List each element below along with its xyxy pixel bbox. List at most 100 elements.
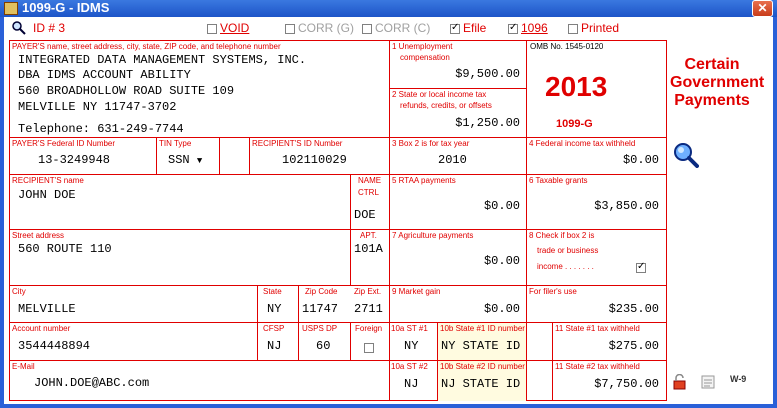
street-label: Street address — [12, 231, 65, 240]
box6-value[interactable]: $3,850.00 — [529, 199, 659, 213]
st2-id-value[interactable]: NJ STATE ID — [441, 377, 520, 391]
1096-label: 1096 — [521, 21, 548, 35]
apt-label: APT. — [360, 231, 377, 240]
box7-value[interactable]: $0.00 — [392, 254, 520, 268]
payer-line2[interactable]: DBA IDMS ACCOUNT ABILITY — [18, 68, 191, 82]
st1-label: 10a ST #1 — [391, 324, 428, 333]
foreign-checkbox[interactable] — [364, 339, 377, 357]
box8-checkbox[interactable] — [636, 259, 649, 277]
1096-checkbox[interactable]: 1096 — [508, 21, 548, 35]
zoom-icon[interactable] — [673, 142, 699, 168]
recipient-id-value[interactable]: 102110029 — [282, 153, 347, 167]
box1-value[interactable]: $9,500.00 — [392, 67, 520, 81]
box2-label-2: refunds, credits, or offsets — [400, 101, 492, 110]
chevron-down-icon[interactable]: ▼ — [197, 156, 202, 166]
st1-tax-value[interactable]: $275.00 — [555, 339, 659, 353]
box1-label-2: compensation — [400, 53, 450, 62]
box4-value[interactable]: $0.00 — [529, 153, 659, 167]
st1-id-value[interactable]: NY STATE ID — [441, 339, 520, 353]
payer-id-value[interactable]: 13-3249948 — [38, 153, 110, 167]
corr-g-box — [285, 23, 295, 34]
st2-value[interactable]: NJ — [404, 377, 418, 391]
heading-line1: Certain — [684, 56, 740, 73]
printed-checkbox[interactable]: Printed — [568, 21, 619, 35]
payer-line1[interactable]: INTEGRATED DATA MANAGEMENT SYSTEMS, INC. — [18, 53, 306, 67]
box7-label: 7 Agriculture payments — [392, 231, 474, 240]
st2-id-label: 10b State #2 ID number — [440, 362, 525, 371]
email-label: E-Mail — [12, 362, 35, 371]
corr-c-label: CORR (C) — [375, 21, 431, 35]
payer-telephone[interactable]: Telephone: 631-249-7744 — [18, 122, 184, 136]
st1-value[interactable]: NY — [404, 339, 418, 353]
efile-checkbox[interactable]: Efile — [450, 21, 486, 35]
email-value[interactable]: JOHN.DOE@ABC.com — [34, 376, 149, 390]
omb-number: OMB No. 1545-0120 — [530, 42, 604, 51]
foreign-label: Foreign — [355, 324, 383, 333]
cfsp-value[interactable]: NJ — [267, 339, 281, 353]
box2-value[interactable]: $1,250.00 — [392, 116, 520, 130]
zip-value[interactable]: 11747 — [302, 302, 338, 316]
box8-check[interactable] — [636, 261, 646, 273]
payer-label: PAYER'S name, street address, city, stat… — [12, 42, 281, 51]
1096-box[interactable] — [508, 22, 518, 34]
payer-line3[interactable]: 560 BROADHOLLOW ROAD SUITE 109 — [18, 84, 234, 98]
box5-label: 5 RTAA payments — [392, 176, 456, 185]
foreign-box[interactable] — [364, 342, 374, 353]
usps-dp-value[interactable]: 60 — [316, 339, 330, 353]
payer-line4[interactable]: MELVILLE NY 11747-3702 — [18, 100, 176, 114]
box4-label: 4 Federal income tax withheld — [529, 139, 636, 148]
box9-label: 9 Market gain — [392, 287, 441, 296]
state-value[interactable]: NY — [267, 302, 281, 316]
box6-label: 6 Taxable grants — [529, 176, 588, 185]
printed-box[interactable] — [568, 23, 578, 34]
usps-dp-label: USPS DP — [302, 324, 338, 333]
account-value[interactable]: 3544448894 — [18, 339, 90, 353]
st2-tax-label: 11 State #2 tax withheld — [555, 362, 640, 371]
box9-value[interactable]: $0.00 — [392, 302, 520, 316]
corr-c-checkbox: CORR (C) — [362, 21, 430, 35]
document-icon[interactable] — [700, 374, 716, 390]
box3-value[interactable]: 2010 — [438, 153, 467, 167]
st1-tax-label: 11 State #1 tax withheld — [555, 324, 640, 333]
box8-label-1: 8 Check if box 2 is — [529, 231, 595, 240]
close-button[interactable]: ✕ — [752, 0, 773, 17]
w9-icon[interactable]: W-9 — [730, 374, 750, 390]
void-checkbox[interactable]: VOID — [207, 21, 249, 35]
city-value[interactable]: MELVILLE — [18, 302, 76, 316]
city-label: City — [12, 287, 26, 296]
zip-label: Zip Code — [305, 287, 338, 296]
name-ctrl-label-2: CTRL — [358, 188, 379, 197]
printed-label: Printed — [581, 21, 620, 35]
recipient-name-value[interactable]: JOHN DOE — [18, 188, 76, 202]
title-bar[interactable]: 1099-G - IDMS ✕ — [0, 0, 777, 17]
st2-tax-value[interactable]: $7,750.00 — [555, 377, 659, 391]
tin-type-value: SSN — [168, 153, 190, 167]
street-value[interactable]: 560 ROUTE 110 — [18, 242, 112, 256]
st2-label: 10a ST #2 — [391, 362, 428, 371]
st1-id-label: 10b State #1 ID number — [440, 324, 525, 333]
window-title: 1099-G - IDMS — [22, 0, 110, 15]
account-label: Account number — [12, 324, 71, 333]
apt-value[interactable]: 101A — [354, 242, 383, 256]
search-id-icon[interactable] — [12, 21, 26, 35]
void-box[interactable] — [207, 23, 217, 34]
name-ctrl-value[interactable]: DOE — [354, 208, 376, 222]
corr-c-box — [362, 23, 372, 34]
form-heading: Certain Government Payments — [670, 56, 764, 110]
zipext-value[interactable]: 2711 — [354, 302, 383, 316]
tin-type-select[interactable]: SSN ▼ — [168, 153, 202, 167]
corr-g-label: CORR (G) — [298, 21, 354, 35]
filer-use-value[interactable]: $235.00 — [529, 302, 659, 316]
app-icon — [4, 2, 18, 15]
lock-icon[interactable] — [672, 373, 688, 390]
box2-label-1: 2 State or local income tax — [392, 90, 487, 99]
tax-year: 2013 — [545, 71, 608, 102]
state-label: State — [263, 287, 282, 296]
cfsp-label: CFSP — [263, 324, 285, 333]
heading-line3: Payments — [674, 92, 750, 109]
name-ctrl-label-1: NAME — [358, 176, 382, 185]
record-id: ID # 3 — [33, 21, 66, 35]
box5-value[interactable]: $0.00 — [392, 199, 520, 213]
efile-label: Efile — [463, 21, 487, 35]
efile-box[interactable] — [450, 22, 460, 34]
